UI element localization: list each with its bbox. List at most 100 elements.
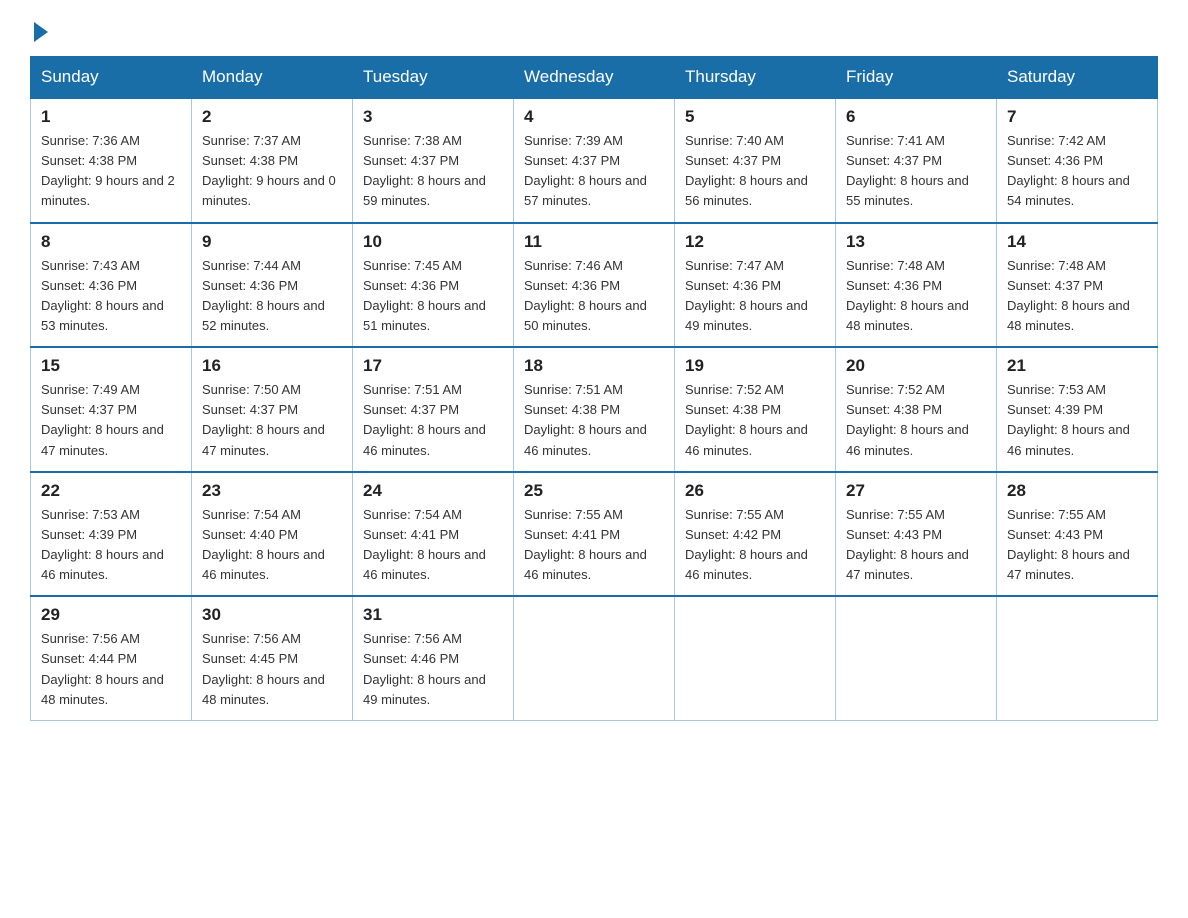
calendar-cell: 23 Sunrise: 7:54 AMSunset: 4:40 PMDaylig…	[192, 472, 353, 597]
day-number: 24	[363, 481, 503, 501]
calendar-cell: 9 Sunrise: 7:44 AMSunset: 4:36 PMDayligh…	[192, 223, 353, 348]
day-info: Sunrise: 7:44 AMSunset: 4:36 PMDaylight:…	[202, 258, 325, 333]
day-info: Sunrise: 7:45 AMSunset: 4:36 PMDaylight:…	[363, 258, 486, 333]
day-number: 8	[41, 232, 181, 252]
calendar-cell: 6 Sunrise: 7:41 AMSunset: 4:37 PMDayligh…	[836, 98, 997, 223]
day-number: 4	[524, 107, 664, 127]
day-number: 25	[524, 481, 664, 501]
day-number: 28	[1007, 481, 1147, 501]
day-number: 9	[202, 232, 342, 252]
page-header	[30, 20, 1158, 38]
day-number: 30	[202, 605, 342, 625]
day-number: 21	[1007, 356, 1147, 376]
calendar-cell: 26 Sunrise: 7:55 AMSunset: 4:42 PMDaylig…	[675, 472, 836, 597]
calendar-cell: 4 Sunrise: 7:39 AMSunset: 4:37 PMDayligh…	[514, 98, 675, 223]
day-info: Sunrise: 7:37 AMSunset: 4:38 PMDaylight:…	[202, 133, 336, 208]
day-number: 22	[41, 481, 181, 501]
week-row-1: 1 Sunrise: 7:36 AMSunset: 4:38 PMDayligh…	[31, 98, 1158, 223]
day-info: Sunrise: 7:53 AMSunset: 4:39 PMDaylight:…	[41, 507, 164, 582]
day-number: 11	[524, 232, 664, 252]
day-info: Sunrise: 7:54 AMSunset: 4:40 PMDaylight:…	[202, 507, 325, 582]
calendar-cell: 8 Sunrise: 7:43 AMSunset: 4:36 PMDayligh…	[31, 223, 192, 348]
day-info: Sunrise: 7:56 AMSunset: 4:46 PMDaylight:…	[363, 631, 486, 706]
calendar-cell: 22 Sunrise: 7:53 AMSunset: 4:39 PMDaylig…	[31, 472, 192, 597]
day-info: Sunrise: 7:46 AMSunset: 4:36 PMDaylight:…	[524, 258, 647, 333]
day-info: Sunrise: 7:38 AMSunset: 4:37 PMDaylight:…	[363, 133, 486, 208]
day-info: Sunrise: 7:54 AMSunset: 4:41 PMDaylight:…	[363, 507, 486, 582]
calendar-cell: 1 Sunrise: 7:36 AMSunset: 4:38 PMDayligh…	[31, 98, 192, 223]
calendar-cell: 31 Sunrise: 7:56 AMSunset: 4:46 PMDaylig…	[353, 596, 514, 720]
calendar-cell: 17 Sunrise: 7:51 AMSunset: 4:37 PMDaylig…	[353, 347, 514, 472]
day-info: Sunrise: 7:39 AMSunset: 4:37 PMDaylight:…	[524, 133, 647, 208]
day-number: 3	[363, 107, 503, 127]
calendar-cell: 10 Sunrise: 7:45 AMSunset: 4:36 PMDaylig…	[353, 223, 514, 348]
day-info: Sunrise: 7:49 AMSunset: 4:37 PMDaylight:…	[41, 382, 164, 457]
day-info: Sunrise: 7:40 AMSunset: 4:37 PMDaylight:…	[685, 133, 808, 208]
calendar-cell	[836, 596, 997, 720]
day-info: Sunrise: 7:47 AMSunset: 4:36 PMDaylight:…	[685, 258, 808, 333]
week-row-2: 8 Sunrise: 7:43 AMSunset: 4:36 PMDayligh…	[31, 223, 1158, 348]
day-number: 26	[685, 481, 825, 501]
calendar-cell: 7 Sunrise: 7:42 AMSunset: 4:36 PMDayligh…	[997, 98, 1158, 223]
calendar-cell: 21 Sunrise: 7:53 AMSunset: 4:39 PMDaylig…	[997, 347, 1158, 472]
calendar-cell	[514, 596, 675, 720]
calendar-cell: 20 Sunrise: 7:52 AMSunset: 4:38 PMDaylig…	[836, 347, 997, 472]
day-number: 31	[363, 605, 503, 625]
column-header-friday: Friday	[836, 57, 997, 99]
day-info: Sunrise: 7:56 AMSunset: 4:44 PMDaylight:…	[41, 631, 164, 706]
calendar-cell	[675, 596, 836, 720]
day-info: Sunrise: 7:42 AMSunset: 4:36 PMDaylight:…	[1007, 133, 1130, 208]
day-number: 16	[202, 356, 342, 376]
calendar-header-row: SundayMondayTuesdayWednesdayThursdayFrid…	[31, 57, 1158, 99]
calendar-cell: 24 Sunrise: 7:54 AMSunset: 4:41 PMDaylig…	[353, 472, 514, 597]
calendar-table: SundayMondayTuesdayWednesdayThursdayFrid…	[30, 56, 1158, 721]
day-number: 19	[685, 356, 825, 376]
calendar-cell: 14 Sunrise: 7:48 AMSunset: 4:37 PMDaylig…	[997, 223, 1158, 348]
day-info: Sunrise: 7:55 AMSunset: 4:43 PMDaylight:…	[1007, 507, 1130, 582]
day-info: Sunrise: 7:55 AMSunset: 4:43 PMDaylight:…	[846, 507, 969, 582]
day-number: 7	[1007, 107, 1147, 127]
week-row-3: 15 Sunrise: 7:49 AMSunset: 4:37 PMDaylig…	[31, 347, 1158, 472]
calendar-cell: 16 Sunrise: 7:50 AMSunset: 4:37 PMDaylig…	[192, 347, 353, 472]
day-info: Sunrise: 7:55 AMSunset: 4:42 PMDaylight:…	[685, 507, 808, 582]
day-info: Sunrise: 7:52 AMSunset: 4:38 PMDaylight:…	[685, 382, 808, 457]
day-info: Sunrise: 7:36 AMSunset: 4:38 PMDaylight:…	[41, 133, 175, 208]
day-info: Sunrise: 7:51 AMSunset: 4:37 PMDaylight:…	[363, 382, 486, 457]
day-number: 29	[41, 605, 181, 625]
day-info: Sunrise: 7:52 AMSunset: 4:38 PMDaylight:…	[846, 382, 969, 457]
day-number: 20	[846, 356, 986, 376]
day-number: 27	[846, 481, 986, 501]
day-number: 5	[685, 107, 825, 127]
day-number: 12	[685, 232, 825, 252]
day-info: Sunrise: 7:48 AMSunset: 4:36 PMDaylight:…	[846, 258, 969, 333]
week-row-4: 22 Sunrise: 7:53 AMSunset: 4:39 PMDaylig…	[31, 472, 1158, 597]
column-header-monday: Monday	[192, 57, 353, 99]
column-header-sunday: Sunday	[31, 57, 192, 99]
calendar-cell: 30 Sunrise: 7:56 AMSunset: 4:45 PMDaylig…	[192, 596, 353, 720]
day-info: Sunrise: 7:56 AMSunset: 4:45 PMDaylight:…	[202, 631, 325, 706]
calendar-cell: 19 Sunrise: 7:52 AMSunset: 4:38 PMDaylig…	[675, 347, 836, 472]
day-number: 2	[202, 107, 342, 127]
column-header-tuesday: Tuesday	[353, 57, 514, 99]
day-number: 23	[202, 481, 342, 501]
calendar-cell: 13 Sunrise: 7:48 AMSunset: 4:36 PMDaylig…	[836, 223, 997, 348]
calendar-cell: 2 Sunrise: 7:37 AMSunset: 4:38 PMDayligh…	[192, 98, 353, 223]
calendar-cell: 28 Sunrise: 7:55 AMSunset: 4:43 PMDaylig…	[997, 472, 1158, 597]
calendar-cell: 15 Sunrise: 7:49 AMSunset: 4:37 PMDaylig…	[31, 347, 192, 472]
day-number: 14	[1007, 232, 1147, 252]
day-number: 18	[524, 356, 664, 376]
column-header-thursday: Thursday	[675, 57, 836, 99]
day-info: Sunrise: 7:51 AMSunset: 4:38 PMDaylight:…	[524, 382, 647, 457]
calendar-cell: 5 Sunrise: 7:40 AMSunset: 4:37 PMDayligh…	[675, 98, 836, 223]
day-info: Sunrise: 7:41 AMSunset: 4:37 PMDaylight:…	[846, 133, 969, 208]
day-info: Sunrise: 7:50 AMSunset: 4:37 PMDaylight:…	[202, 382, 325, 457]
calendar-cell: 11 Sunrise: 7:46 AMSunset: 4:36 PMDaylig…	[514, 223, 675, 348]
logo-arrow-icon	[34, 22, 48, 42]
day-number: 10	[363, 232, 503, 252]
day-info: Sunrise: 7:53 AMSunset: 4:39 PMDaylight:…	[1007, 382, 1130, 457]
column-header-saturday: Saturday	[997, 57, 1158, 99]
calendar-cell: 29 Sunrise: 7:56 AMSunset: 4:44 PMDaylig…	[31, 596, 192, 720]
day-info: Sunrise: 7:55 AMSunset: 4:41 PMDaylight:…	[524, 507, 647, 582]
logo	[30, 20, 48, 38]
day-number: 15	[41, 356, 181, 376]
